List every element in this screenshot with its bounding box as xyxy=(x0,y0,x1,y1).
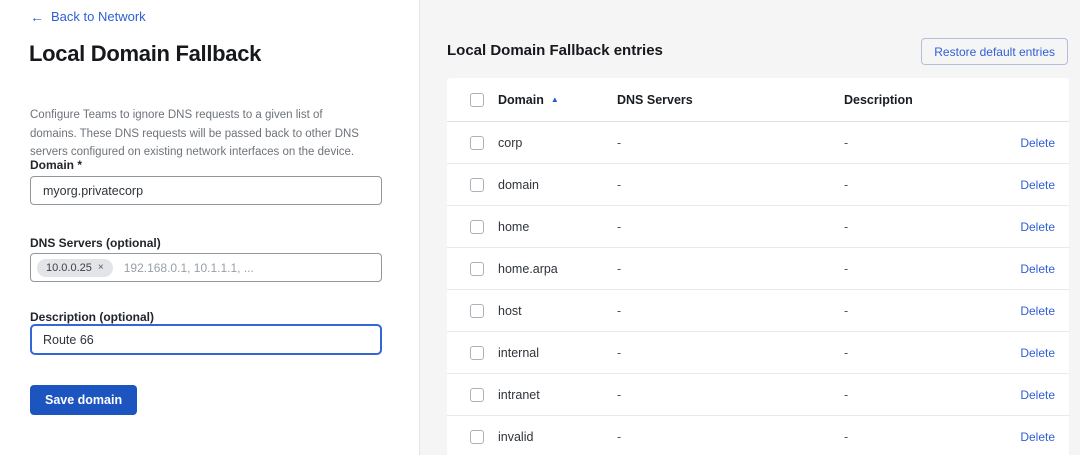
table-header-row: Domain ▲ DNS Servers Description xyxy=(447,78,1069,122)
page-title: Local Domain Fallback xyxy=(29,41,261,67)
row-checkbox[interactable] xyxy=(470,388,484,402)
entries-panel: Local Domain Fallback entries Restore de… xyxy=(419,0,1080,455)
domain-field-label: Domain * xyxy=(30,158,82,172)
row-description: - xyxy=(844,262,1020,276)
row-checkbox[interactable] xyxy=(470,136,484,150)
table-row: intranet - - Delete xyxy=(447,374,1069,416)
row-checkbox[interactable] xyxy=(470,262,484,276)
dns-server-tag-value: 10.0.0.25 xyxy=(46,262,92,274)
row-dns-servers: - xyxy=(617,388,844,402)
settings-form-panel: ← Back to Network Local Domain Fallback … xyxy=(0,0,419,455)
table-body: corp - - Delete domain - - Delete xyxy=(447,122,1069,455)
row-dns-servers: - xyxy=(617,430,844,444)
delete-entry-link[interactable]: Delete xyxy=(1020,388,1055,402)
delete-entry-link[interactable]: Delete xyxy=(1020,178,1055,192)
row-checkbox[interactable] xyxy=(470,430,484,444)
row-domain: home xyxy=(498,220,617,234)
row-dns-servers: - xyxy=(617,346,844,360)
select-all-checkbox[interactable] xyxy=(470,93,484,107)
row-domain: home.arpa xyxy=(498,262,617,276)
row-checkbox[interactable] xyxy=(470,220,484,234)
delete-entry-link[interactable]: Delete xyxy=(1020,262,1055,276)
description-field-label: Description (optional) xyxy=(30,310,154,324)
row-domain: intranet xyxy=(498,388,617,402)
tag-remove-icon[interactable]: × xyxy=(98,262,104,273)
dns-server-tag: 10.0.0.25 × xyxy=(37,259,113,277)
delete-entry-link[interactable]: Delete xyxy=(1020,430,1055,444)
row-dns-servers: - xyxy=(617,304,844,318)
domain-input[interactable] xyxy=(30,176,382,205)
back-link-label: Back to Network xyxy=(51,9,146,24)
delete-entry-link[interactable]: Delete xyxy=(1020,136,1055,150)
dns-servers-input[interactable]: 10.0.0.25 × 192.168.0.1, 10.1.1.1, ... xyxy=(30,253,382,282)
dns-servers-placeholder: 192.168.0.1, 10.1.1.1, ... xyxy=(124,261,254,275)
row-dns-servers: - xyxy=(617,178,844,192)
row-checkbox[interactable] xyxy=(470,346,484,360)
row-description: - xyxy=(844,220,1020,234)
row-description: - xyxy=(844,388,1020,402)
row-dns-servers: - xyxy=(617,262,844,276)
row-domain: invalid xyxy=(498,430,617,444)
row-domain: host xyxy=(498,304,617,318)
row-domain: internal xyxy=(498,346,617,360)
description-input[interactable] xyxy=(30,324,382,355)
row-domain: corp xyxy=(498,136,617,150)
restore-default-entries-button[interactable]: Restore default entries xyxy=(921,38,1068,65)
back-arrow-icon: ← xyxy=(30,10,44,24)
table-row: host - - Delete xyxy=(447,290,1069,332)
table-row: home.arpa - - Delete xyxy=(447,248,1069,290)
row-description: - xyxy=(844,136,1020,150)
page-description: Configure Teams to ignore DNS requests t… xyxy=(30,106,370,162)
delete-entry-link[interactable]: Delete xyxy=(1020,220,1055,234)
sort-asc-icon: ▲ xyxy=(551,96,559,104)
row-checkbox[interactable] xyxy=(470,304,484,318)
entries-title: Local Domain Fallback entries xyxy=(447,42,663,59)
row-description: - xyxy=(844,346,1020,360)
row-description: - xyxy=(844,178,1020,192)
row-domain: domain xyxy=(498,178,617,192)
delete-entry-link[interactable]: Delete xyxy=(1020,346,1055,360)
delete-entry-link[interactable]: Delete xyxy=(1020,304,1055,318)
save-domain-button[interactable]: Save domain xyxy=(30,385,137,415)
back-to-network-link[interactable]: ← Back to Network xyxy=(30,9,146,24)
dns-servers-field-label: DNS Servers (optional) xyxy=(30,236,161,250)
table-row: home - - Delete xyxy=(447,206,1069,248)
row-dns-servers: - xyxy=(617,220,844,234)
column-header-domain[interactable]: Domain ▲ xyxy=(498,93,617,107)
row-dns-servers: - xyxy=(617,136,844,150)
column-header-description[interactable]: Description xyxy=(844,93,1069,107)
table-row: corp - - Delete xyxy=(447,122,1069,164)
table-row: internal - - Delete xyxy=(447,332,1069,374)
entries-table: Domain ▲ DNS Servers Description corp - … xyxy=(447,78,1069,455)
row-description: - xyxy=(844,430,1020,444)
table-row: domain - - Delete xyxy=(447,164,1069,206)
table-row: invalid - - Delete xyxy=(447,416,1069,455)
row-checkbox[interactable] xyxy=(470,178,484,192)
column-header-dns-servers[interactable]: DNS Servers xyxy=(617,93,844,107)
row-description: - xyxy=(844,304,1020,318)
